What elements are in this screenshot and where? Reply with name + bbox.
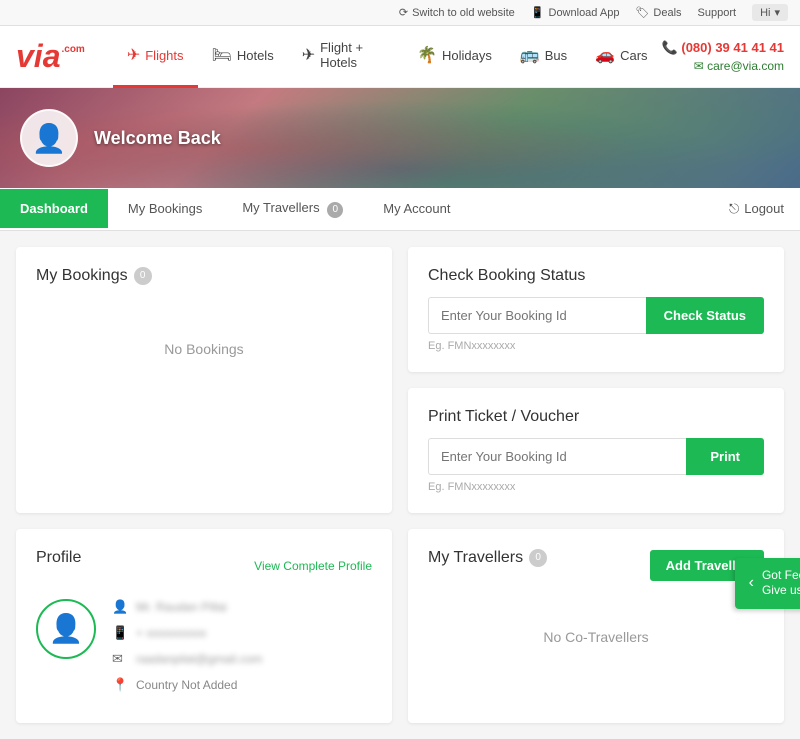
hotels-icon: 🛏 [212,45,232,65]
print-button[interactable]: Print [686,438,764,475]
switch-old-website[interactable]: ⟳ Switch to old website [399,6,515,19]
travellers-tab-badge: 0 [327,202,343,218]
hero-banner: 👤 Welcome Back [0,88,800,188]
profile-content: 👤 👤 Mr. Raudan Pillai 📱 + xxxxxxxxxx ✉ r… [36,599,372,703]
tab-my-account[interactable]: My Account [363,189,470,228]
chevron-down-icon: ▾ [774,6,780,19]
top-bar: ⟳ Switch to old website 📱 Download App 🏷… [0,0,800,26]
nav-holidays[interactable]: 🌴 Holidays [403,26,506,88]
download-icon: 📱 [531,6,545,19]
profile-card: Profile View Complete Profile 👤 👤 Mr. Ra… [16,529,392,723]
main-content: My Bookings 0 No Bookings Check Booking … [0,231,800,739]
check-status-button[interactable]: Check Status [646,297,764,334]
nav-bus[interactable]: 🚌 Bus [506,26,581,88]
my-bookings-title: My Bookings 0 [36,267,372,285]
check-booking-input[interactable] [428,297,646,334]
mail-icon: ✉ [112,651,128,667]
my-bookings-card: My Bookings 0 No Bookings [16,247,392,513]
logout-button[interactable]: ⎋ Logout [713,201,800,217]
profile-details: 👤 Mr. Raudan Pillai 📱 + xxxxxxxxxx ✉ raa… [112,599,372,703]
print-ticket-card: Print Ticket / Voucher Print Eg. FMNxxxx… [408,388,784,513]
phone-number: 📞 (080) 39 41 41 41 [662,40,784,56]
profile-title: Profile [36,549,81,567]
no-travellers-text: No Co-Travellers [428,599,764,675]
profile-email: raadanpilat@gmail.com [136,652,262,666]
no-bookings-text: No Bookings [36,301,372,397]
tab-my-travellers[interactable]: My Travellers 0 [222,188,363,230]
location-icon: 📍 [112,677,128,693]
nav-flights[interactable]: ✈ Flights [113,26,198,88]
profile-phone: + xxxxxxxxxx [136,626,206,640]
main-nav: ✈ Flights 🛏 Hotels ✈ Flight + Hotels 🌴 H… [113,26,662,88]
travellers-title: My Travellers 0 [428,549,547,567]
logo[interactable]: via .com [16,38,85,75]
switch-icon: ⟳ [399,6,408,19]
check-booking-title: Check Booking Status [428,267,764,285]
cars-icon: 🚗 [595,45,615,65]
nav-flight-hotels[interactable]: ✈ Flight + Hotels [288,26,403,88]
profile-avatar: 👤 [36,599,96,659]
print-ticket-title: Print Ticket / Voucher [428,408,764,426]
feedback-text: Got FeedBack? Give us a rating [762,568,800,599]
print-ticket-input[interactable] [428,438,686,475]
logo-com: .com [61,44,84,55]
profile-phone-row: 📱 + xxxxxxxxxx [112,625,372,641]
dashboard-tabs: Dashboard My Bookings My Travellers 0 My… [0,188,800,231]
deals-icon: 🏷 [635,6,649,19]
download-app[interactable]: 📱 Download App [531,6,620,19]
travellers-header: My Travellers 0 Add Traveller [428,549,764,583]
phone-icon: 📞 [662,40,678,55]
user-menu[interactable]: Hi ▾ [752,4,788,21]
profile-name: Mr. Raudan Pillai [136,600,227,614]
logo-via: via [16,38,60,75]
support[interactable]: Support [698,7,737,19]
flight-hotels-icon: ✈ [302,45,315,65]
profile-header: Profile View Complete Profile [36,549,372,583]
feedback-tab[interactable]: ‹ Got FeedBack? Give us a rating [735,558,800,609]
person-icon: 👤 [112,599,128,615]
nav-hotels[interactable]: 🛏 Hotels [198,26,288,88]
nav-cars[interactable]: 🚗 Cars [581,26,661,88]
bookings-count-badge: 0 [134,267,152,285]
header-contact: 📞 (080) 39 41 41 41 ✉ care@via.com [662,40,784,73]
flights-icon: ✈ [127,45,140,65]
deals[interactable]: 🏷 Deals [635,6,681,19]
travellers-count-badge: 0 [529,549,547,567]
logout-icon: ⎋ [729,201,739,217]
user-avatar: 👤 [20,109,78,167]
tab-my-bookings[interactable]: My Bookings [108,189,222,228]
email-address: ✉ care@via.com [694,59,784,73]
print-ticket-input-row: Print [428,438,764,475]
view-complete-profile-link[interactable]: View Complete Profile [254,559,372,573]
my-travellers-card: My Travellers 0 Add Traveller No Co-Trav… [408,529,784,723]
right-column: Check Booking Status Check Status Eg. FM… [408,247,784,513]
holidays-icon: 🌴 [417,45,437,65]
bus-icon: 🚌 [520,45,540,65]
mobile-icon: 📱 [112,625,128,641]
check-booking-input-row: Check Status [428,297,764,334]
profile-email-row: ✉ raadanpilat@gmail.com [112,651,372,667]
email-icon: ✉ [694,59,704,73]
welcome-text: Welcome Back [94,128,221,149]
profile-country: Country Not Added [136,678,237,692]
profile-country-row: 📍 Country Not Added [112,677,372,693]
check-booking-eg: Eg. FMNxxxxxxxx [428,340,764,352]
check-booking-card: Check Booking Status Check Status Eg. FM… [408,247,784,372]
header: via .com ✈ Flights 🛏 Hotels ✈ Flight + H… [0,26,800,88]
print-ticket-eg: Eg. FMNxxxxxxxx [428,481,764,493]
tab-dashboard[interactable]: Dashboard [0,189,108,228]
feedback-arrow-icon: ‹ [749,574,754,592]
profile-name-row: 👤 Mr. Raudan Pillai [112,599,372,615]
